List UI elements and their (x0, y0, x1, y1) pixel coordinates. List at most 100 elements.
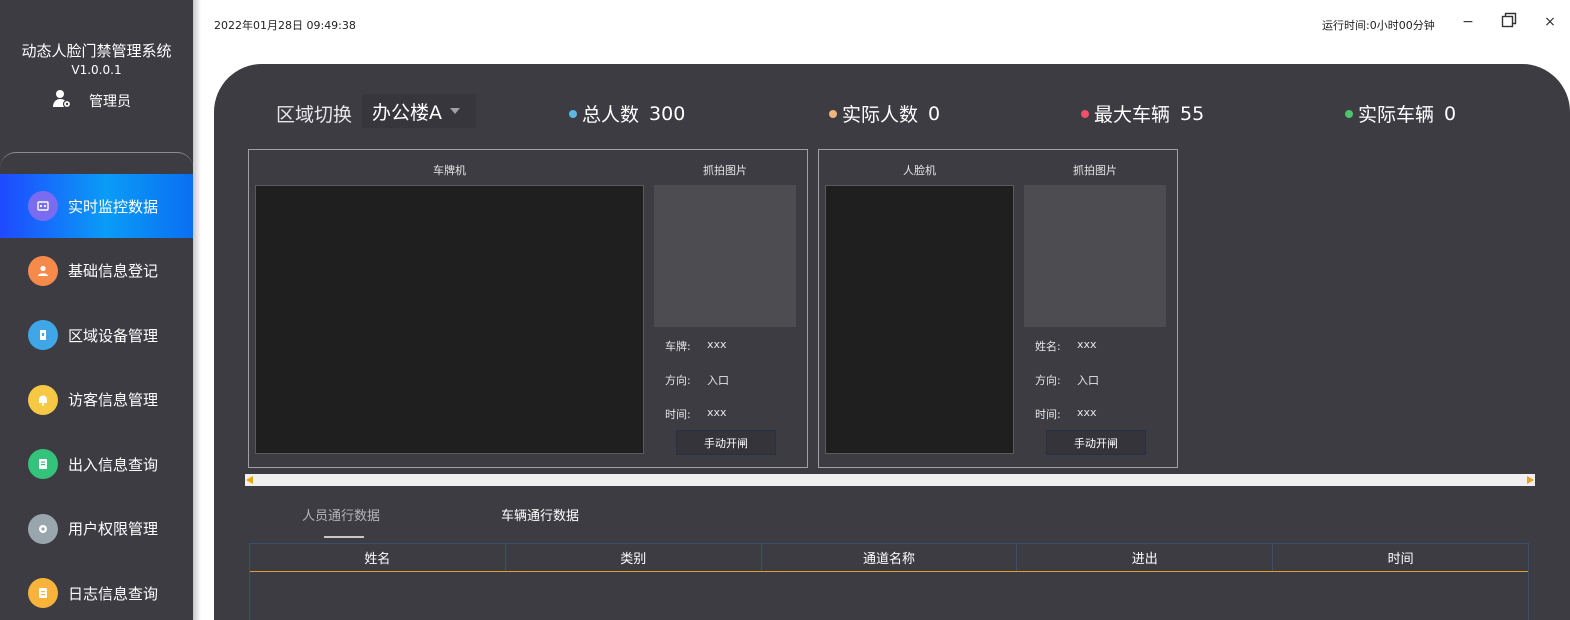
plate-snapshot-image (654, 185, 796, 327)
zone-switch-label: 区域切换 (276, 104, 353, 126)
stat-value: 0 (928, 102, 941, 125)
column-header-direction[interactable]: 进出 (1017, 544, 1274, 571)
face-camera-panel: 人脸机 抓拍图片 姓名: xxx 方向: 入口 时间: xxx 手动开闸 (818, 149, 1178, 468)
sidebar-item-1[interactable]: 基础信息登记 (0, 239, 193, 303)
tab-vehicle-traffic[interactable]: 车辆通行数据 (501, 505, 579, 524)
sidebar-item-6[interactable]: 日志信息查询 (0, 561, 193, 620)
info-key: 方向: (665, 374, 691, 387)
stat-value: 300 (649, 102, 686, 125)
zone-selected-value: 办公楼A (372, 101, 442, 124)
stat-dot (1345, 109, 1353, 118)
tab-person-traffic[interactable]: 人员通行数据 (302, 505, 380, 524)
stat-label: 实际人数 (842, 104, 919, 126)
stat-value: 0 (1444, 102, 1457, 125)
name-info-row: 姓名: xxx (1035, 338, 1097, 354)
stat-actual-vehicles: 实际车辆 0 (1345, 100, 1456, 127)
info-value: xxx (1077, 338, 1097, 351)
gear-icon (28, 513, 58, 544)
sidebar-item-4[interactable]: 出入信息查询 (0, 432, 193, 496)
stat-dot (829, 109, 837, 118)
face-camera-title: 人脸机 (903, 164, 936, 177)
plate-camera-title: 车牌机 (433, 164, 466, 177)
plate-info-row: 车牌: xxx (665, 338, 727, 354)
stat-max-vehicles: 最大车辆 55 (1081, 100, 1204, 127)
stat-dot (1081, 109, 1089, 118)
info-key: 时间: (665, 408, 691, 421)
main-panel: 区域切换 办公楼A 总人数 300 实际人数 0 最大车辆 55 实际车辆 0 … (214, 64, 1570, 620)
scroll-left-icon[interactable] (246, 476, 253, 484)
maximize-button[interactable] (1497, 10, 1521, 34)
close-icon: × (1544, 14, 1556, 30)
sidebar-item-label: 基础信息登记 (68, 262, 159, 280)
time-info-row: 时间: xxx (1035, 406, 1097, 422)
runtime-display: 运行时间:0小时00分钟 (1322, 19, 1435, 32)
current-datetime: 2022年01月28日 09:49:38 (214, 19, 356, 32)
log-icon (28, 578, 58, 608)
sidebar: 动态人脸门禁管理系统 V1.0.0.1 管理员 实时监控数据 基础信息登记 区域设备… (0, 0, 193, 620)
stat-label: 最大车辆 (1094, 104, 1171, 126)
sidebar-item-label: 区域设备管理 (68, 326, 159, 345)
direction-info-row: 方向: 入口 (665, 372, 729, 388)
user-gear-icon (52, 89, 89, 113)
sidebar-item-5[interactable]: 用户权限管理 (0, 497, 193, 561)
info-value: xxx (707, 406, 727, 419)
direction-info-row: 方向: 入口 (1035, 372, 1099, 388)
app-window: 动态人脸门禁管理系统 V1.0.0.1 管理员 实时监控数据 基础信息登记 区域设备… (0, 0, 1570, 620)
time-info-row: 时间: xxx (665, 406, 727, 422)
stat-actual-people: 实际人数 0 (829, 100, 940, 127)
column-header-time[interactable]: 时间 (1273, 544, 1528, 571)
plate-camera-panel: 车牌机 抓拍图片 车牌: xxx 方向: 入口 时间: xxx 手动开闸 (248, 149, 808, 468)
sidebar-item-3[interactable]: 访客信息管理 (0, 368, 193, 432)
info-key: 方向: (1035, 374, 1061, 387)
user-info[interactable]: 管理员 (52, 90, 131, 112)
user-role: 管理员 (89, 94, 131, 110)
chevron-down-icon (450, 108, 460, 114)
sidebar-item-label: 实时监控数据 (68, 197, 159, 216)
close-button[interactable]: × (1538, 10, 1562, 34)
sidebar-item-2[interactable]: 区域设备管理 (0, 303, 193, 367)
minimize-icon: − (1462, 14, 1474, 30)
plate-manual-open-button[interactable]: 手动开闸 (676, 430, 776, 455)
info-key: 车牌: (665, 340, 691, 353)
plate-video-feed (255, 185, 644, 454)
device-icon (28, 320, 58, 350)
sidebar-item-0[interactable]: 实时监控数据 (0, 174, 193, 238)
face-snapshot-image (1024, 185, 1166, 327)
sidebar-item-label: 出入信息查询 (68, 455, 159, 474)
restore-icon (1501, 12, 1517, 32)
active-tab-indicator (324, 536, 364, 538)
record-icon (28, 449, 58, 479)
info-value: 入口 (1077, 374, 1099, 387)
monitor-icon (28, 191, 58, 221)
stat-value: 55 (1180, 102, 1205, 125)
table-header: 姓名 类别 通道名称 进出 时间 (250, 544, 1528, 572)
minimize-button[interactable]: − (1456, 10, 1480, 34)
traffic-table: 姓名 类别 通道名称 进出 时间 (249, 543, 1529, 620)
bell-icon (28, 384, 58, 415)
stat-dot (569, 109, 577, 118)
horizontal-scrollbar[interactable] (245, 474, 1535, 486)
sidebar-item-label: 日志信息查询 (68, 584, 159, 603)
info-key: 姓名: (1035, 340, 1061, 353)
scroll-right-icon[interactable] (1527, 476, 1534, 484)
stat-label: 实际车辆 (1358, 104, 1435, 126)
face-snapshot-title: 抓拍图片 (1073, 164, 1117, 177)
info-value: 入口 (707, 374, 729, 387)
column-header-name[interactable]: 姓名 (250, 544, 506, 571)
info-value: xxx (1077, 406, 1097, 419)
info-value: xxx (707, 338, 727, 351)
info-key: 时间: (1035, 408, 1061, 421)
sidebar-item-label: 访客信息管理 (68, 391, 159, 409)
plate-snapshot-title: 抓拍图片 (703, 164, 747, 177)
column-header-category[interactable]: 类别 (506, 544, 762, 571)
app-version: V1.0.0.1 (71, 63, 122, 77)
column-header-channel[interactable]: 通道名称 (762, 544, 1018, 571)
face-manual-open-button[interactable]: 手动开闸 (1046, 430, 1146, 455)
sidebar-item-label: 用户权限管理 (68, 520, 159, 538)
app-title: 动态人脸门禁管理系统 (21, 42, 172, 60)
stat-total-people: 总人数 300 (569, 100, 685, 127)
user-icon (28, 255, 58, 286)
face-video-feed (825, 185, 1014, 454)
stat-label: 总人数 (582, 104, 640, 126)
zone-select[interactable]: 办公楼A (362, 94, 476, 128)
